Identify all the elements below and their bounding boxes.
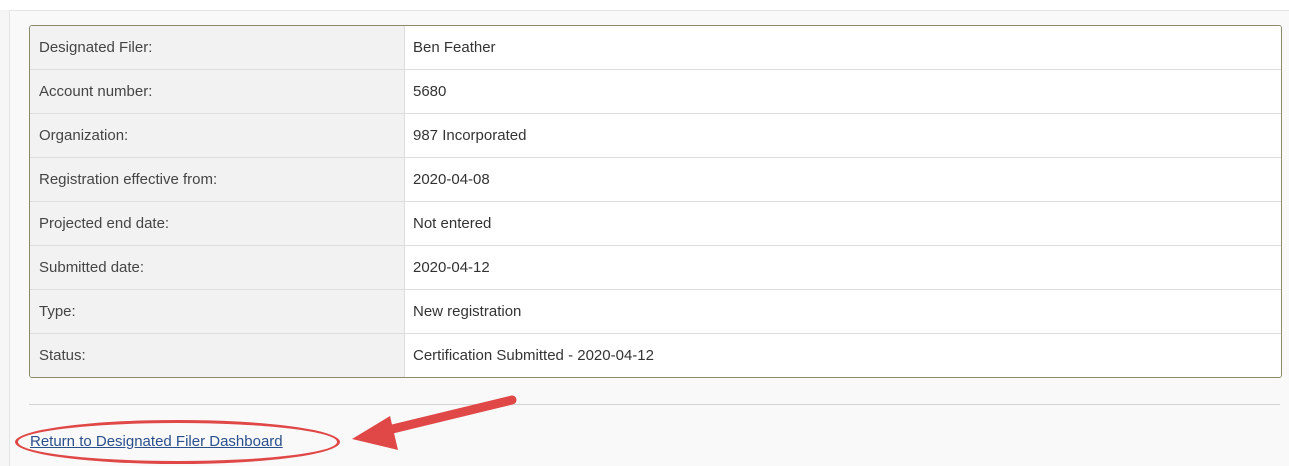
row-label: Submitted date: (30, 245, 405, 290)
table-row: Submitted date: 2020-04-12 (30, 245, 1281, 290)
row-label: Organization: (30, 113, 405, 158)
row-value: Not entered (404, 201, 1281, 246)
row-value: 2020-04-12 (404, 245, 1281, 290)
row-label: Registration effective from: (30, 157, 405, 202)
row-value: Ben Feather (404, 26, 1281, 70)
row-label: Status: (30, 333, 405, 377)
row-value: 5680 (404, 69, 1281, 114)
table-row: Projected end date: Not entered (30, 201, 1281, 246)
table-row: Organization: 987 Incorporated (30, 113, 1281, 158)
section-divider (29, 404, 1280, 405)
page: Designated Filer: Ben Feather Account nu… (0, 0, 1289, 466)
table-row: Type: New registration (30, 289, 1281, 334)
row-label: Projected end date: (30, 201, 405, 246)
row-label: Designated Filer: (30, 26, 405, 70)
row-label: Type: (30, 289, 405, 334)
top-strip (0, 0, 1289, 10)
table-row: Designated Filer: Ben Feather (30, 26, 1281, 70)
table-row: Account number: 5680 (30, 69, 1281, 114)
table-row: Registration effective from: 2020-04-08 (30, 157, 1281, 202)
table-row: Status: Certification Submitted - 2020-0… (30, 333, 1281, 377)
registration-details-table: Designated Filer: Ben Feather Account nu… (29, 25, 1282, 378)
row-value: New registration (404, 289, 1281, 334)
row-value: Certification Submitted - 2020-04-12 (404, 333, 1281, 377)
row-value: 2020-04-08 (404, 157, 1281, 202)
row-label: Account number: (30, 69, 405, 114)
row-value: 987 Incorporated (404, 113, 1281, 158)
return-to-dashboard-link[interactable]: Return to Designated Filer Dashboard (30, 433, 283, 450)
